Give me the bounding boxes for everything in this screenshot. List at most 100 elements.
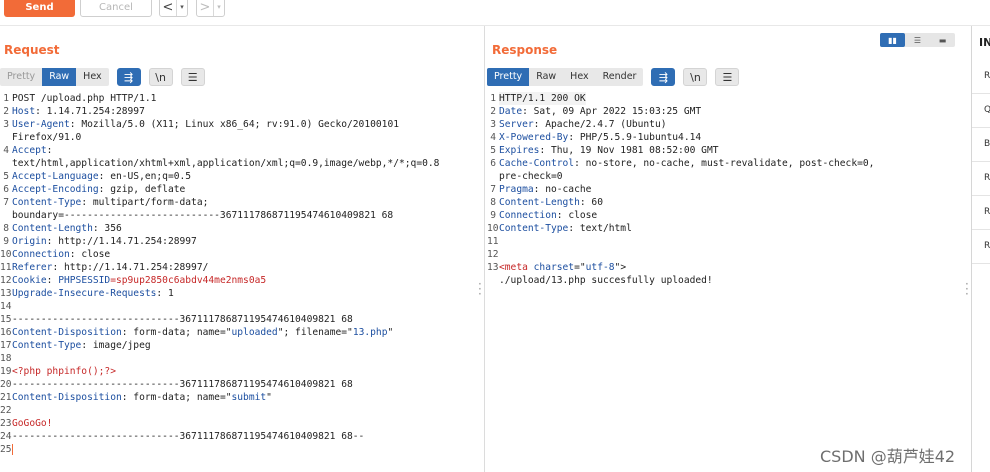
request-line: 15 -----------------------------367111786… xyxy=(0,313,470,326)
code-token: : close xyxy=(69,249,111,260)
inspector-item[interactable]: Re xyxy=(972,60,990,94)
request-view-tabs: Pretty Raw Hex xyxy=(0,68,109,86)
layout-switch[interactable]: ▮▮ ☰ ▬ xyxy=(880,33,955,47)
layout-side-by-side-icon[interactable]: ▮▮ xyxy=(880,33,905,47)
line-content: Upgrade-Insecure-Requests: 1 xyxy=(12,287,174,300)
line-content: POST /upload.php HTTP/1.1 xyxy=(12,92,156,105)
response-line: 6 Cache-Control: no-store, no-cache, must… xyxy=(487,157,957,170)
line-content: Connection: close xyxy=(499,209,597,222)
response-line: 11 xyxy=(487,235,957,248)
code-token: 13.php xyxy=(352,327,388,338)
line-content: <meta charset="utf-8"> xyxy=(499,261,626,274)
back-arrow-icon[interactable]: < xyxy=(160,0,176,15)
code-token: =sp9up2850c6abdv44me2nms0a5 xyxy=(110,275,267,286)
send-button[interactable]: Send xyxy=(4,0,75,17)
response-tab-render[interactable]: Render xyxy=(596,68,644,86)
newline-label: \n xyxy=(155,70,166,84)
code-token: : text/html xyxy=(568,223,632,234)
layout-vertical-icon[interactable]: ☰ xyxy=(905,33,930,47)
inspector-item[interactable]: Q xyxy=(972,94,990,128)
response-tab-pretty[interactable]: Pretty xyxy=(487,68,530,86)
header-key: Accept xyxy=(12,145,47,156)
code-token: : http://1.14.71.254:28997/ xyxy=(52,262,209,273)
request-menu-button[interactable]: ☰ xyxy=(180,68,205,86)
code-token: GoGoGo! xyxy=(12,418,53,429)
inspector-item-label: Re xyxy=(984,173,990,183)
inspector-item[interactable]: Re xyxy=(972,230,990,264)
inspector-item[interactable]: Re xyxy=(972,162,990,196)
line-content: Pragma: no-cache xyxy=(499,183,591,196)
word-wrap-button[interactable]: ⇶ xyxy=(116,68,141,86)
response-resize-grip-icon[interactable]: · · · xyxy=(965,278,969,300)
menu-icon: ☰ xyxy=(187,70,198,84)
line-number: 10 xyxy=(0,249,12,260)
response-tab-raw[interactable]: Raw xyxy=(529,68,563,86)
request-line: 2 Host: 1.14.71.254:28997 xyxy=(0,105,470,118)
header-key: Origin xyxy=(12,236,47,247)
line-content xyxy=(12,443,13,456)
line-number: 25 xyxy=(0,444,12,455)
inspector-item[interactable]: Re xyxy=(972,196,990,230)
line-number: 5 xyxy=(3,171,9,182)
show-newlines-button[interactable]: \n xyxy=(148,68,173,86)
request-tab-raw[interactable]: Raw xyxy=(42,68,77,86)
request-tab-hex[interactable]: Hex xyxy=(76,68,108,86)
response-tab-hex[interactable]: Hex xyxy=(563,68,595,86)
code-token: : Mozilla/5.0 (X11; Linux x86_64; rv:91.… xyxy=(69,119,399,130)
inspector-item-label: Re xyxy=(984,207,990,217)
forward-dropdown-icon[interactable]: ▾ xyxy=(213,0,224,16)
line-content: Content-Type: image/jpeg xyxy=(12,339,151,352)
code-token: " xyxy=(387,327,394,338)
header-key: Content-Type xyxy=(12,340,82,351)
newline-label: \n xyxy=(690,70,701,84)
response-editor[interactable]: 1 HTTP/1.1 200 OK 2 Date: Sat, 09 Apr 2022 … xyxy=(487,92,957,287)
forward-arrow-icon[interactable]: > xyxy=(197,0,213,15)
menu-icon: ☰ xyxy=(722,70,733,84)
code-token: -----------------------------36711178687… xyxy=(12,431,365,442)
inspector-item[interactable]: Bo xyxy=(972,128,990,162)
pane-divider[interactable] xyxy=(484,26,485,472)
code-token: <meta xyxy=(499,262,534,273)
code-token: : PHP/5.5.9-1ubuntu4.14 xyxy=(568,132,702,143)
layout-tabs-icon[interactable]: ▬ xyxy=(930,33,955,47)
code-token: : Apache/2.4.7 (Ubuntu) xyxy=(533,119,667,130)
request-line: 22 xyxy=(0,404,470,417)
line-number: 8 xyxy=(3,223,9,234)
line-number: 1 xyxy=(3,93,9,104)
response-word-wrap-button[interactable]: ⇶ xyxy=(651,68,676,86)
line-number: 15 xyxy=(0,314,12,325)
code-token: <?php phpinfo();?> xyxy=(12,366,116,377)
response-menu-button[interactable]: ☰ xyxy=(715,68,740,86)
request-line: 4 Accept: xyxy=(0,144,470,157)
code-token: : no-store, no-cache, must-revalidate, p… xyxy=(574,158,875,169)
request-line: 14 xyxy=(0,300,470,313)
request-tab-pretty[interactable]: Pretty xyxy=(0,68,42,86)
wrap-icon: ⇶ xyxy=(124,70,134,84)
line-content: Host: 1.14.71.254:28997 xyxy=(12,105,145,118)
forward-history-control[interactable]: > ▾ xyxy=(196,0,225,17)
code-token: : 60 xyxy=(579,197,603,208)
top-toolbar: Send Cancel < ▾ > ▾ xyxy=(0,0,990,26)
response-show-newlines-button[interactable]: \n xyxy=(683,68,708,86)
code-token: : multipart/form-data; xyxy=(81,197,209,208)
request-editor[interactable]: 1 POST /upload.php HTTP/1.1 2 Host: 1.14.71… xyxy=(0,92,470,456)
code-token: PHPSESSID xyxy=(58,275,111,286)
header-key: Referer xyxy=(12,262,53,273)
line-number: 3 xyxy=(3,119,9,130)
inspector-item-label: Re xyxy=(984,241,990,251)
line-content: Connection: close xyxy=(12,248,110,261)
line-number: 9 xyxy=(490,210,496,221)
header-key: Pragma xyxy=(499,184,534,195)
back-dropdown-icon[interactable]: ▾ xyxy=(176,0,187,16)
request-line: 23 GoGoGo! xyxy=(0,417,470,430)
back-history-control[interactable]: < ▾ xyxy=(159,0,188,17)
inspector-item-label: Bo xyxy=(984,139,990,149)
header-key: User-Agent xyxy=(12,119,70,130)
line-content: boundary=---------------------------3671… xyxy=(12,209,393,222)
line-content: Server: Apache/2.4.7 (Ubuntu) xyxy=(499,118,667,131)
cancel-button[interactable]: Cancel xyxy=(80,0,152,17)
header-key: Connection xyxy=(12,249,70,260)
code-token: : xyxy=(46,275,59,286)
code-token: : close xyxy=(556,210,598,221)
request-resize-grip-icon[interactable]: · · · xyxy=(478,278,482,300)
